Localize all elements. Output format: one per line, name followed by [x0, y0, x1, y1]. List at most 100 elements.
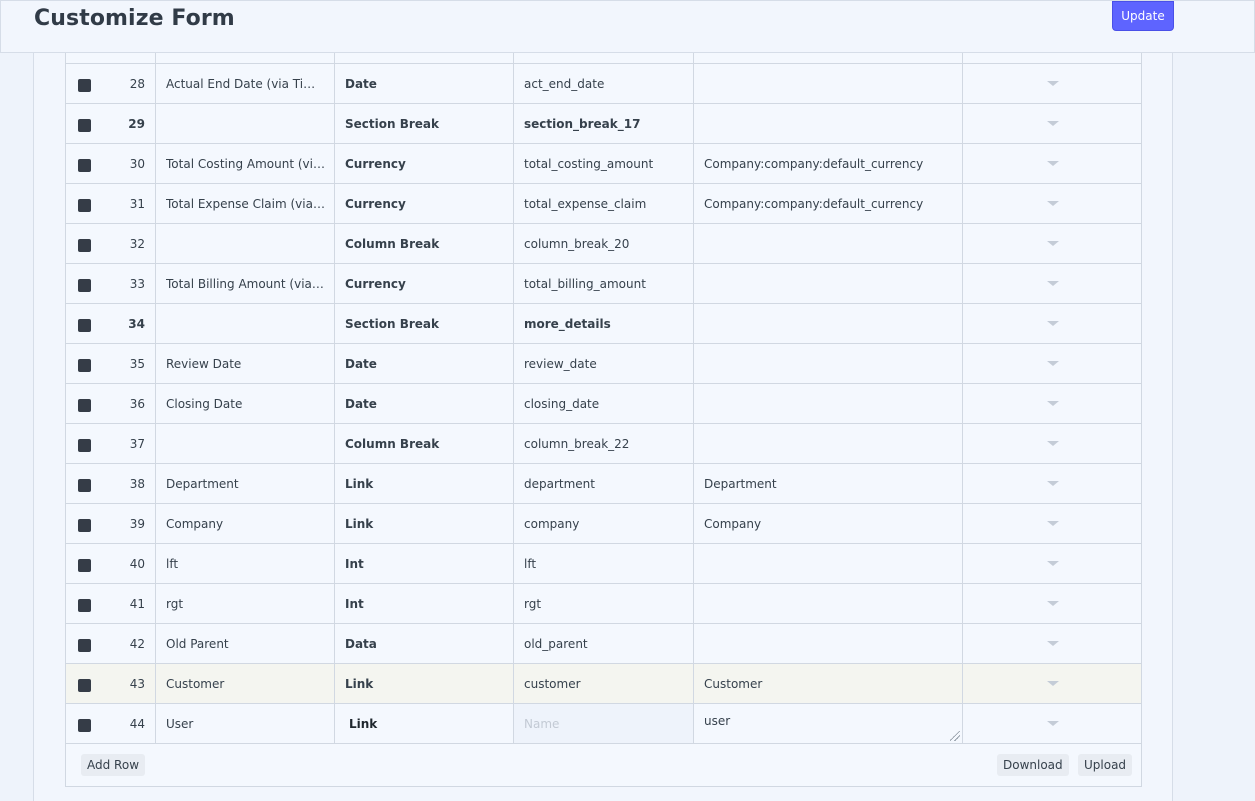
- fieldname-cell[interactable]: review_date: [514, 344, 694, 383]
- options-cell[interactable]: [694, 304, 963, 343]
- type-cell[interactable]: Currency: [335, 184, 514, 223]
- label-cell[interactable]: User: [156, 704, 335, 743]
- type-cell[interactable]: Date: [335, 64, 514, 103]
- table-row[interactable]: 41 rgt Int rgt: [66, 584, 1141, 624]
- row-action-cell[interactable]: [963, 144, 1142, 183]
- row-action-cell[interactable]: [963, 64, 1142, 103]
- table-row[interactable]: 31 Total Expense Claim (via Expense Claim…: [66, 184, 1141, 224]
- options-cell[interactable]: [694, 64, 963, 103]
- options-textarea[interactable]: [694, 704, 962, 743]
- fieldname-cell[interactable]: [514, 704, 694, 743]
- row-action-cell[interactable]: [963, 464, 1142, 503]
- options-cell[interactable]: Company:company:default_currency: [694, 144, 963, 183]
- type-cell[interactable]: Currency: [335, 264, 514, 303]
- label-cell[interactable]: Closing Date: [156, 384, 335, 423]
- options-cell[interactable]: Company: [694, 504, 963, 543]
- label-cell[interactable]: Total Billing Amount (via Time Sheet): [156, 264, 335, 303]
- options-cell[interactable]: [694, 224, 963, 263]
- table-row[interactable]: 33 Total Billing Amount (via Time Sheet) C…: [66, 264, 1141, 304]
- table-row[interactable]: 42 Old Parent Data old_parent: [66, 624, 1141, 664]
- chevron-down-icon[interactable]: [1046, 441, 1059, 446]
- chevron-down-icon[interactable]: [1046, 81, 1059, 86]
- row-checkbox[interactable]: [78, 159, 91, 172]
- row-action-cell[interactable]: [963, 544, 1142, 583]
- row-checkbox[interactable]: [78, 639, 91, 652]
- label-cell[interactable]: Customer: [156, 664, 335, 703]
- fieldname-cell[interactable]: section_break_17: [514, 104, 694, 143]
- row-action-cell[interactable]: [963, 624, 1142, 663]
- options-cell[interactable]: [694, 384, 963, 423]
- row-action-cell[interactable]: [963, 344, 1142, 383]
- type-cell[interactable]: Link: [335, 464, 514, 503]
- row-checkbox[interactable]: [78, 599, 91, 612]
- chevron-down-icon[interactable]: [1046, 121, 1059, 126]
- row-checkbox[interactable]: [78, 279, 91, 292]
- table-row[interactable]: 36 Closing Date Date closing_date: [66, 384, 1141, 424]
- row-checkbox[interactable]: [78, 319, 91, 332]
- label-cell[interactable]: Total Costing Amount (via Time Sheet): [156, 144, 335, 183]
- chevron-down-icon[interactable]: [1046, 401, 1059, 406]
- type-cell[interactable]: Section Break: [335, 304, 514, 343]
- type-cell[interactable]: Column Break: [335, 424, 514, 463]
- table-row[interactable]: 34 Section Break more_details: [66, 304, 1141, 344]
- row-checkbox[interactable]: [78, 399, 91, 412]
- chevron-down-icon[interactable]: [1046, 321, 1059, 326]
- type-cell[interactable]: Section Break: [335, 104, 514, 143]
- fieldname-cell[interactable]: total_billing_amount: [514, 264, 694, 303]
- label-cell[interactable]: [156, 224, 335, 263]
- fieldname-cell[interactable]: department: [514, 464, 694, 503]
- fieldname-input[interactable]: [514, 704, 693, 743]
- label-cell[interactable]: Old Parent: [156, 624, 335, 663]
- fieldname-cell[interactable]: closing_date: [514, 384, 694, 423]
- table-row[interactable]: 35 Review Date Date review_date: [66, 344, 1141, 384]
- type-cell[interactable]: Link: [335, 704, 514, 743]
- options-cell[interactable]: Customer: [694, 664, 963, 703]
- type-cell[interactable]: Int: [335, 544, 514, 583]
- fieldname-cell[interactable]: old_parent: [514, 624, 694, 663]
- row-action-cell[interactable]: [963, 424, 1142, 463]
- row-checkbox[interactable]: [78, 359, 91, 372]
- type-cell[interactable]: Data: [335, 624, 514, 663]
- row-action-cell[interactable]: [963, 184, 1142, 223]
- row-action-cell[interactable]: [963, 584, 1142, 623]
- fieldname-cell[interactable]: lft: [514, 544, 694, 583]
- table-row[interactable]: 37 Column Break column_break_22: [66, 424, 1141, 464]
- label-cell[interactable]: Actual End Date (via Time Sheet): [156, 64, 335, 103]
- label-cell[interactable]: Review Date: [156, 344, 335, 383]
- options-cell[interactable]: [694, 424, 963, 463]
- chevron-down-icon[interactable]: [1046, 721, 1059, 726]
- fieldname-cell[interactable]: total_costing_amount: [514, 144, 694, 183]
- table-row-editing[interactable]: 44 User Link: [66, 704, 1141, 744]
- table-row[interactable]: 40 lft Int lft: [66, 544, 1141, 584]
- options-cell[interactable]: [694, 704, 963, 743]
- options-cell[interactable]: [694, 344, 963, 383]
- row-action-cell[interactable]: [963, 704, 1142, 743]
- chevron-down-icon[interactable]: [1046, 241, 1059, 246]
- add-row-button[interactable]: Add Row: [81, 754, 146, 776]
- row-checkbox[interactable]: [78, 79, 91, 92]
- fieldname-cell[interactable]: customer: [514, 664, 694, 703]
- row-action-cell[interactable]: [963, 384, 1142, 423]
- table-row[interactable]: 30 Total Costing Amount (via Time Sheet) C…: [66, 144, 1141, 184]
- row-action-cell[interactable]: [963, 664, 1142, 703]
- options-cell[interactable]: Department: [694, 464, 963, 503]
- options-cell[interactable]: Company:company:default_currency: [694, 184, 963, 223]
- update-button[interactable]: Update: [1112, 1, 1174, 31]
- label-cell[interactable]: [156, 304, 335, 343]
- label-cell[interactable]: Company: [156, 504, 335, 543]
- chevron-down-icon[interactable]: [1046, 641, 1059, 646]
- fieldname-cell[interactable]: column_break_20: [514, 224, 694, 263]
- table-row[interactable]: 38 Department Link department Department: [66, 464, 1141, 504]
- type-cell[interactable]: Link: [335, 504, 514, 543]
- label-cell[interactable]: lft: [156, 544, 335, 583]
- row-checkbox[interactable]: [78, 439, 91, 452]
- options-cell[interactable]: [694, 264, 963, 303]
- row-checkbox[interactable]: [78, 239, 91, 252]
- fieldname-cell[interactable]: total_expense_claim: [514, 184, 694, 223]
- label-cell[interactable]: rgt: [156, 584, 335, 623]
- fieldname-cell[interactable]: rgt: [514, 584, 694, 623]
- table-row[interactable]: 43 Customer Link customer Customer: [66, 664, 1141, 704]
- type-cell[interactable]: Link: [335, 664, 514, 703]
- fieldname-cell[interactable]: column_break_22: [514, 424, 694, 463]
- upload-button[interactable]: Upload: [1078, 754, 1133, 776]
